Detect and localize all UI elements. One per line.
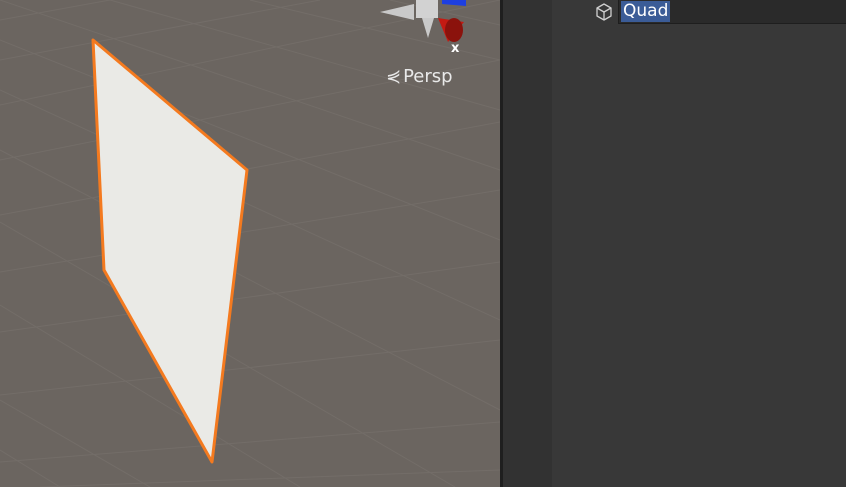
gizmo-down-cone (422, 18, 434, 38)
hierarchy-panel: Quad (503, 0, 846, 487)
gizmo-x-cone-base (445, 18, 463, 42)
gizmo-center-cube (416, 0, 438, 18)
perspective-icon: ⋞ (386, 65, 402, 87)
scene-view[interactable]: x ⋞ Persp (0, 0, 500, 487)
projection-toggle[interactable]: ⋞ Persp (386, 66, 453, 87)
quad-object[interactable] (91, 38, 249, 464)
cube-icon (594, 2, 614, 22)
rename-input[interactable]: Quad (618, 0, 846, 24)
rename-input-selected-text[interactable]: Quad (621, 1, 671, 22)
gizmo-left-cone (380, 4, 414, 20)
gizmo-z-cone (442, 0, 466, 6)
hierarchy-indent-column (503, 0, 552, 487)
orientation-gizmo[interactable]: x (380, 0, 466, 56)
gizmo-x-label: x (451, 41, 460, 56)
hierarchy-item-quad[interactable]: Quad (552, 0, 846, 24)
projection-label: Persp (403, 66, 453, 87)
